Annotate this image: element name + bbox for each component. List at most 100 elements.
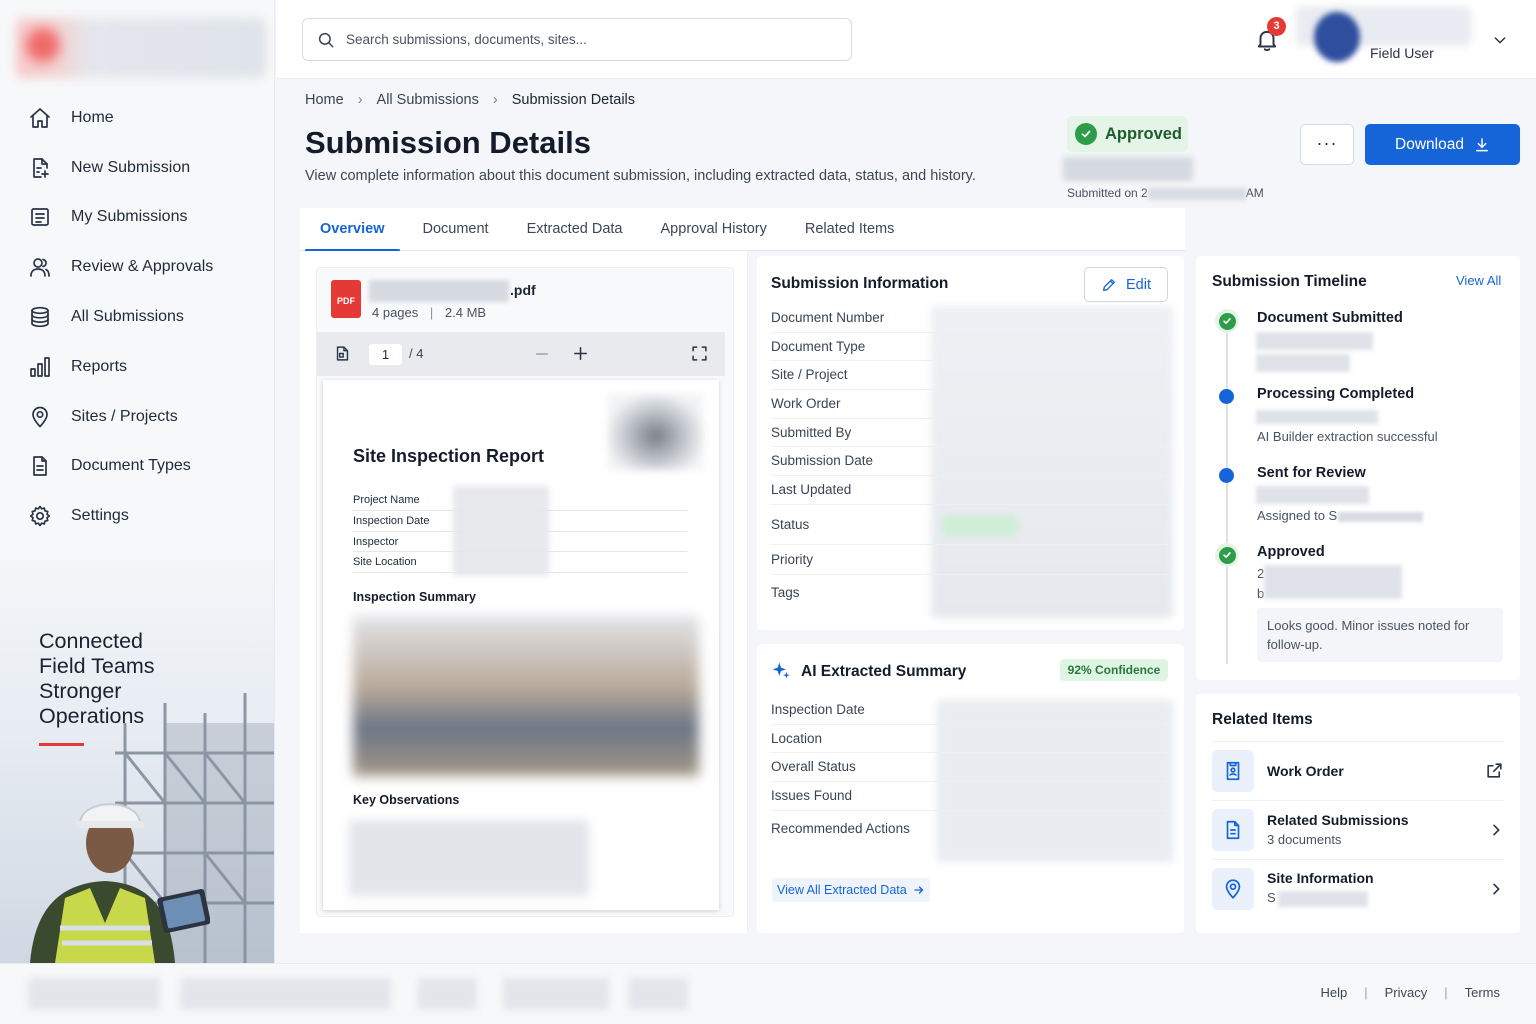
status-badge: Approved (1067, 116, 1188, 152)
sidebar-item-my-submissions[interactable]: My Submissions (0, 193, 274, 243)
ai-summary-title: AI Extracted Summary (801, 663, 967, 680)
promo-banner: Connected Field Teams Stronger Operation… (0, 560, 274, 963)
chevron-right-icon[interactable] (1488, 822, 1504, 838)
timeline-event-title: Document Submitted (1257, 310, 1403, 326)
footer-help-link[interactable]: Help (1320, 985, 1347, 1000)
field-label: Tags (771, 584, 800, 600)
map-pin-icon (1212, 867, 1254, 910)
view-all-extracted-data-link[interactable]: View All Extracted Data (772, 878, 930, 902)
field-label: Last Updated (771, 476, 1168, 505)
document-viewer: PDF .pdf 4 pages | 2.4 MB 1 / 4 Site Ins… (316, 267, 734, 917)
worker-illustration (30, 803, 210, 963)
arrow-right-icon (914, 886, 923, 894)
tab-document[interactable]: Document (405, 208, 507, 251)
tab-overview[interactable]: Overview (302, 208, 403, 252)
search-box[interactable] (302, 18, 852, 61)
sparkle-icon (772, 662, 790, 679)
sidebar-item-reports[interactable]: Reports (0, 342, 274, 392)
pdf-file-icon: PDF (331, 280, 361, 318)
view-all-link[interactable]: View All (1456, 273, 1501, 288)
fullscreen-icon[interactable] (691, 345, 708, 362)
ai-extracted-summary-panel: AI Extracted Summary 92% Confidence Insp… (757, 644, 1184, 933)
timeline-event-date (1256, 410, 1378, 424)
approver-name (1063, 157, 1193, 181)
related-item-work-order[interactable]: Work Order (1212, 741, 1504, 799)
footer-privacy-link[interactable]: Privacy (1385, 985, 1428, 1000)
breadcrumb-all-submissions[interactable]: All Submissions (377, 92, 479, 108)
field-label: Submitted By (771, 419, 1168, 448)
timeline-dot (1219, 468, 1234, 483)
sidebar-item-document-types[interactable]: Document Types (0, 442, 274, 492)
home-icon (30, 108, 50, 128)
footer: Help | Privacy | Terms (0, 963, 1536, 1024)
timeline-comment: Looks good. Minor issues noted for follo… (1257, 608, 1503, 662)
related-item-subtitle: S (1267, 890, 1488, 907)
observations-text (349, 820, 589, 896)
page-number-input[interactable]: 1 (369, 344, 402, 365)
sidebar-item-sites-projects[interactable]: Sites / Projects (0, 392, 274, 442)
chevron-down-icon[interactable] (1492, 32, 1508, 48)
inspection-summary-heading: Inspection Summary (353, 590, 476, 604)
timeline-event-user (1256, 354, 1350, 372)
sidebar-item-new-submission[interactable]: New Submission (0, 143, 274, 193)
company-logo-image (608, 394, 703, 470)
edit-button[interactable]: Edit (1084, 267, 1168, 302)
field-label: Site / Project (771, 361, 1168, 391)
document-icon (33, 456, 47, 477)
related-item-subtitle: 3 documents (1267, 832, 1342, 847)
bar-chart-icon (30, 357, 50, 377)
breadcrumb-separator-icon: › (492, 92, 498, 108)
field-label: Work Order (771, 390, 1168, 419)
sidebar-item-label: New Submission (71, 158, 191, 176)
sidebar-item-review-approvals[interactable]: Review & Approvals (0, 242, 274, 292)
avatar[interactable] (1314, 12, 1360, 62)
sidebar-item-settings[interactable]: Settings (0, 491, 274, 541)
related-item-title: Related Submissions (1267, 812, 1409, 828)
tab-related-items[interactable]: Related Items (787, 208, 912, 251)
submission-fields: Document Number Document Type Site / Pro… (771, 304, 1168, 611)
timeline-event-date (1256, 486, 1369, 504)
sidebar: Home New Submission My Submissions Revie… (0, 0, 275, 963)
work-order-icon (1212, 749, 1254, 792)
related-items-panel: Related Items Work Order Related Submiss… (1196, 694, 1520, 933)
sidebar-nav: Home New Submission My Submissions Revie… (0, 93, 274, 541)
page-thumbnail-icon[interactable] (334, 345, 351, 362)
breadcrumb-home[interactable]: Home (305, 92, 344, 108)
zoom-out-icon[interactable] (534, 346, 550, 362)
sidebar-item-label: Settings (71, 507, 129, 525)
tab-extracted-data[interactable]: Extracted Data (509, 208, 641, 251)
search-input[interactable] (346, 32, 826, 47)
field-label: Issues Found (771, 782, 1168, 811)
field-label: Document Type (771, 333, 1168, 362)
chevron-right-icon[interactable] (1488, 881, 1504, 897)
sidebar-item-label: All Submissions (71, 308, 184, 326)
key-observations-heading: Key Observations (353, 793, 460, 807)
field-label: Priority (771, 545, 1168, 575)
top-bar: 3 Field User (276, 0, 1536, 79)
timeline-event-title: Processing Completed (1257, 386, 1415, 402)
document-icon (1212, 808, 1254, 851)
page-total: / 4 (409, 346, 424, 361)
related-item-site-information[interactable]: Site Information S (1212, 859, 1504, 917)
report-field-label: Site Location (353, 552, 687, 574)
timeline-event-title: Sent for Review (1257, 465, 1366, 481)
related-items-title: Related Items (1212, 711, 1313, 728)
sidebar-item-label: Review & Approvals (71, 258, 214, 276)
footer-terms-link[interactable]: Terms (1465, 985, 1500, 1000)
external-link-icon[interactable] (1485, 761, 1504, 780)
file-meta: 4 pages | 2.4 MB (372, 305, 487, 320)
related-item-related-submissions[interactable]: Related Submissions 3 documents (1212, 800, 1504, 858)
field-label: Overall Status (771, 753, 1168, 783)
file-plus-icon (33, 157, 49, 178)
download-button[interactable]: Download (1365, 124, 1520, 165)
sidebar-item-label: Home (71, 108, 114, 126)
zoom-in-icon[interactable] (572, 345, 589, 362)
more-options-button[interactable]: ··· (1300, 124, 1354, 165)
timeline-event-meta (1264, 565, 1402, 599)
sidebar-item-label: Document Types (71, 457, 191, 475)
sidebar-item-all-submissions[interactable]: All Submissions (0, 292, 274, 342)
tab-approval-history[interactable]: Approval History (643, 208, 785, 251)
sidebar-item-home[interactable]: Home (0, 93, 274, 143)
edit-label: Edit (1126, 276, 1151, 293)
page-subtitle: View complete information about this doc… (305, 168, 976, 184)
